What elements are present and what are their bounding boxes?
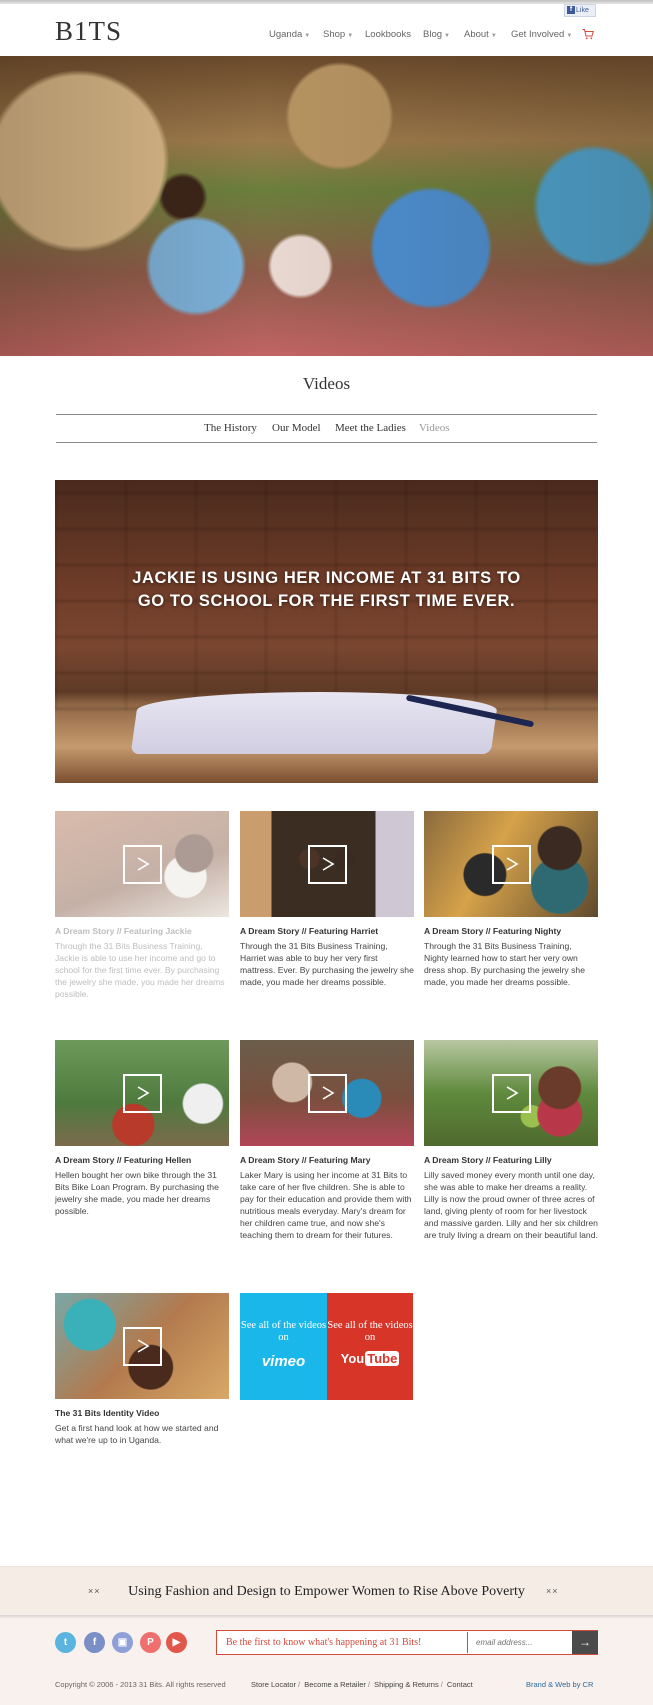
video-card-identity[interactable]: The 31 Bits Identity Video Get a first h…	[55, 1293, 229, 1446]
play-icon[interactable]	[123, 845, 162, 884]
notebook-image	[130, 692, 500, 754]
copyright: Copyright © 2006 - 2013 31 Bits. All rig…	[55, 1680, 226, 1689]
video-title[interactable]: A Dream Story // Featuring Hellen	[55, 1155, 229, 1165]
footer-link-store-locator[interactable]: Store Locator	[251, 1680, 296, 1689]
divider	[56, 442, 597, 443]
video-card-mary[interactable]: A Dream Story // Featuring Mary Laker Ma…	[240, 1040, 414, 1241]
youtube-promo-text: See all of the videos on	[327, 1320, 413, 1343]
video-thumbnail[interactable]	[240, 1040, 414, 1146]
vimeo-link[interactable]: See all of the videos on vimeo	[240, 1293, 327, 1400]
footer-link-shipping-returns[interactable]: Shipping & Returns	[374, 1680, 439, 1689]
fb-like-label: Like	[576, 7, 589, 14]
video-title[interactable]: The 31 Bits Identity Video	[55, 1408, 229, 1418]
footer-link-contact[interactable]: Contact	[447, 1680, 473, 1689]
video-card-harriet[interactable]: A Dream Story // Featuring Harriet Throu…	[240, 811, 414, 988]
play-icon[interactable]	[492, 845, 531, 884]
instagram-icon[interactable]: ▣	[112, 1632, 133, 1653]
pinterest-icon[interactable]: P	[140, 1632, 161, 1653]
video-description: Get a first hand look at how we started …	[55, 1423, 219, 1445]
nav-blog[interactable]: Blog ▼	[423, 29, 450, 40]
video-description: Hellen bought her own bike through the 3…	[55, 1170, 219, 1216]
play-icon[interactable]	[492, 1074, 531, 1113]
subnav-our-model[interactable]: Our Model	[272, 422, 321, 434]
video-thumbnail[interactable]	[55, 1040, 229, 1146]
subnav-the-history[interactable]: The History	[204, 422, 257, 434]
video-description: Lilly saved money every month until one …	[424, 1170, 598, 1240]
youtube-logo: You Tube	[340, 1351, 400, 1366]
design-credit[interactable]: Brand & Web by CR	[526, 1680, 593, 1689]
video-description: Through the 31 Bits Business Training, J…	[55, 941, 225, 999]
footer-links: Store Locator / Become a Retailer / Shippi…	[251, 1680, 473, 1689]
video-title[interactable]: A Dream Story // Featuring Harriet	[240, 926, 414, 936]
footer-link-become-retailer[interactable]: Become a Retailer	[304, 1680, 366, 1689]
play-icon[interactable]	[308, 1074, 347, 1113]
video-thumbnail[interactable]	[424, 811, 598, 917]
video-description: Through the 31 Bits Business Training, H…	[240, 941, 414, 987]
featured-video-caption: JACKIE IS USING HER INCOME AT 31 BITS TO…	[132, 569, 521, 610]
play-icon[interactable]	[123, 1327, 162, 1366]
facebook-icon[interactable]: f	[84, 1632, 105, 1653]
featured-video[interactable]: JACKIE IS USING HER INCOME AT 31 BITS TO…	[55, 480, 598, 783]
email-field[interactable]	[467, 1632, 571, 1653]
video-card-nighty[interactable]: A Dream Story // Featuring Nighty Throug…	[424, 811, 598, 988]
divider	[56, 414, 597, 415]
nav-lookbooks[interactable]: Lookbooks	[365, 29, 411, 40]
chevron-down-icon: ▼	[347, 33, 354, 39]
chevron-down-icon: ▼	[566, 33, 573, 39]
twitter-icon[interactable]: t	[55, 1632, 76, 1653]
nav-get-involved[interactable]: Get Involved ▼	[511, 29, 572, 40]
submit-arrow-icon[interactable]: →	[572, 1631, 598, 1654]
site-footer: t f ▣ P ▶ Be the first to know what's ha…	[0, 1618, 653, 1705]
chevron-down-icon: ▼	[444, 33, 450, 39]
facebook-icon: f	[567, 6, 575, 15]
video-thumbnail[interactable]	[55, 1293, 229, 1399]
cart-icon[interactable]	[582, 28, 594, 40]
video-title[interactable]: A Dream Story // Featuring Mary	[240, 1155, 414, 1165]
video-thumbnail[interactable]	[55, 811, 229, 917]
play-icon[interactable]	[123, 1074, 162, 1113]
nav-shop[interactable]: Shop ▼	[323, 29, 353, 40]
nav-uganda[interactable]: Uganda ▼	[269, 29, 310, 40]
chevron-down-icon: ▼	[304, 33, 311, 39]
vimeo-logo: vimeo	[261, 1353, 306, 1370]
newsletter-prompt: Be the first to know what's happening at…	[226, 1637, 422, 1648]
newsletter-signup: Be the first to know what's happening at…	[216, 1630, 598, 1655]
youtube-link[interactable]: See all of the videos on You Tube	[327, 1293, 413, 1400]
tagline-band: ×× Using Fashion and Design to Empower W…	[0, 1566, 653, 1616]
site-header: B1TS f Like Uganda ▼ Shop ▼ Lookbooks Blog ▼…	[0, 4, 653, 52]
chevron-down-icon: ▼	[490, 33, 497, 39]
video-thumbnail[interactable]	[424, 1040, 598, 1146]
video-description: Through the 31 Bits Business Training, N…	[424, 941, 585, 987]
facebook-like-button[interactable]: f Like	[564, 4, 596, 17]
page-title: Videos	[302, 374, 351, 393]
cross-icon: ××	[546, 1586, 559, 1596]
video-card-jackie[interactable]: A Dream Story // Featuring Jackie Throug…	[55, 811, 229, 1000]
play-icon[interactable]	[308, 845, 347, 884]
subnav-meet-the-ladies[interactable]: Meet the Ladies	[335, 422, 406, 434]
video-thumbnail[interactable]	[240, 811, 414, 917]
youtube-icon[interactable]: ▶	[166, 1632, 187, 1653]
main-nav: Uganda ▼ Shop ▼ Lookbooks Blog ▼ About ▼ Get…	[0, 29, 653, 45]
subnav-videos[interactable]: Videos	[419, 422, 450, 434]
video-card-lilly[interactable]: A Dream Story // Featuring Lilly Lilly s…	[424, 1040, 598, 1241]
vimeo-promo-text: See all of the videos on	[240, 1320, 327, 1343]
video-title[interactable]: A Dream Story // Featuring Jackie	[55, 926, 229, 936]
video-title[interactable]: A Dream Story // Featuring Lilly	[424, 1155, 598, 1165]
nav-about[interactable]: About ▼	[464, 29, 497, 40]
hero-photo	[0, 56, 653, 356]
video-description: Laker Mary is using her income at 31 Bit…	[240, 1170, 412, 1240]
video-card-hellen[interactable]: A Dream Story // Featuring Hellen Hellen…	[55, 1040, 229, 1217]
sub-nav: The History Our Model Meet the Ladies Vi…	[0, 422, 653, 438]
video-channels-promo: See all of the videos on vimeo See all o…	[240, 1293, 413, 1400]
video-title[interactable]: A Dream Story // Featuring Nighty	[424, 926, 598, 936]
